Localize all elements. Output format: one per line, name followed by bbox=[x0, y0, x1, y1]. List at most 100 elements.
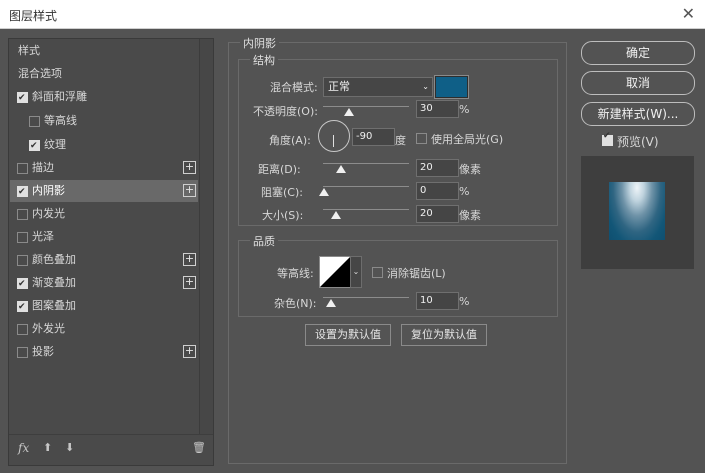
style-list-panel: 样式混合选项斜面和浮雕等高线纹理描边 + 内阴影 + 内发光光泽颜色叠加 + 渐变叠加 + 图案… bbox=[8, 38, 214, 466]
angle-dial-needle bbox=[333, 135, 334, 147]
style-item-checkbox[interactable] bbox=[29, 135, 40, 157]
global-light-checkbox[interactable] bbox=[416, 133, 427, 144]
angle-dial[interactable] bbox=[318, 120, 350, 152]
section-title: 内阴影 bbox=[240, 35, 279, 51]
style-item-9[interactable]: 颜色叠加 + bbox=[10, 249, 198, 271]
angle-unit: 度 bbox=[395, 134, 406, 147]
contour-preview[interactable] bbox=[319, 256, 351, 288]
preview-thumbnail bbox=[609, 182, 665, 240]
antialias-label: 消除锯齿(L) bbox=[387, 267, 446, 280]
size-unit: 像素 bbox=[459, 209, 481, 222]
size-slider-thumb[interactable] bbox=[331, 211, 341, 219]
reset-default-button[interactable]: 复位为默认值 bbox=[401, 324, 487, 346]
size-input[interactable]: 20 bbox=[416, 205, 459, 223]
style-item-checkbox[interactable] bbox=[17, 87, 28, 109]
add-effect-icon[interactable]: + bbox=[183, 161, 196, 174]
style-item-label: 描边 bbox=[32, 161, 54, 174]
distance-label: 距离(D): bbox=[258, 163, 301, 176]
noise-slider[interactable] bbox=[323, 297, 409, 298]
distance-unit: 像素 bbox=[459, 163, 481, 176]
set-default-button[interactable]: 设置为默认值 bbox=[305, 324, 391, 346]
style-item-5[interactable]: 描边 + bbox=[10, 157, 198, 179]
style-item-checkbox[interactable] bbox=[17, 347, 28, 358]
style-item-11[interactable]: 图案叠加 bbox=[10, 295, 198, 318]
choke-input[interactable]: 0 bbox=[416, 182, 459, 200]
contour-dropdown[interactable]: ⌄ bbox=[350, 256, 362, 288]
add-effect-icon[interactable]: + bbox=[183, 184, 196, 197]
style-item-6[interactable]: 内阴影 + bbox=[10, 180, 198, 203]
style-item-checkbox[interactable] bbox=[17, 273, 28, 295]
style-item-checkbox[interactable] bbox=[17, 163, 28, 174]
choke-slider-thumb[interactable] bbox=[319, 188, 329, 196]
contour-label: 等高线: bbox=[277, 267, 314, 280]
opacity-unit: % bbox=[459, 103, 470, 116]
style-item-checkbox[interactable] bbox=[29, 116, 40, 127]
fx-icon[interactable]: fx bbox=[18, 441, 29, 455]
distance-input[interactable]: 20 bbox=[416, 159, 459, 177]
contour-curve-icon bbox=[320, 257, 350, 287]
style-item-7[interactable]: 内发光 bbox=[10, 203, 198, 225]
distance-slider[interactable] bbox=[323, 163, 409, 164]
style-item-label: 颜色叠加 bbox=[32, 253, 76, 266]
add-effect-icon[interactable]: + bbox=[183, 253, 196, 266]
size-label: 大小(S): bbox=[262, 209, 304, 222]
new-style-button[interactable]: 新建样式(W)... bbox=[581, 102, 695, 126]
angle-input[interactable]: -90 bbox=[352, 128, 395, 146]
style-item-label: 等高线 bbox=[44, 114, 77, 127]
style-item-1[interactable]: 混合选项 bbox=[10, 63, 198, 85]
antialias-checkbox[interactable] bbox=[372, 267, 383, 278]
size-slider[interactable] bbox=[323, 209, 409, 210]
style-item-label: 光泽 bbox=[32, 230, 54, 243]
blend-mode-select[interactable]: 正常 ⌄ bbox=[323, 77, 433, 97]
noise-input[interactable]: 10 bbox=[416, 292, 459, 310]
opacity-input[interactable]: 30 bbox=[416, 100, 459, 118]
preview-checkbox[interactable]: ✔ bbox=[602, 131, 613, 146]
style-item-checkbox[interactable] bbox=[17, 209, 28, 220]
preview-label: 预览(V) bbox=[617, 135, 659, 149]
style-item-label: 投影 bbox=[32, 345, 54, 358]
window-title: 图层样式 bbox=[9, 9, 58, 23]
chevron-down-icon: ⌄ bbox=[422, 82, 429, 91]
structure-title: 结构 bbox=[250, 52, 278, 68]
noise-label: 杂色(N): bbox=[274, 297, 317, 310]
add-effect-icon[interactable]: + bbox=[183, 345, 196, 358]
style-item-label: 图案叠加 bbox=[32, 299, 76, 312]
move-up-icon[interactable]: ⬆ bbox=[43, 441, 52, 454]
move-down-icon[interactable]: ⬇ bbox=[65, 441, 74, 454]
opacity-slider-thumb[interactable] bbox=[344, 108, 354, 116]
style-item-12[interactable]: 外发光 bbox=[10, 318, 198, 340]
trash-icon[interactable]: 🗑 bbox=[192, 441, 206, 454]
choke-slider[interactable] bbox=[323, 186, 409, 187]
blend-mode-label: 混合模式: bbox=[270, 81, 318, 94]
style-item-label: 混合选项 bbox=[18, 67, 62, 80]
style-item-0[interactable]: 样式 bbox=[10, 40, 198, 62]
style-item-checkbox[interactable] bbox=[17, 255, 28, 266]
style-item-checkbox[interactable] bbox=[17, 181, 28, 203]
style-item-label: 内发光 bbox=[32, 207, 65, 220]
style-item-checkbox[interactable] bbox=[17, 324, 28, 335]
add-effect-icon[interactable]: + bbox=[183, 276, 196, 289]
noise-unit: % bbox=[459, 295, 470, 308]
choke-unit: % bbox=[459, 185, 470, 198]
cancel-button[interactable]: 取消 bbox=[581, 71, 695, 95]
style-item-checkbox[interactable] bbox=[17, 296, 28, 318]
opacity-slider[interactable] bbox=[323, 106, 409, 107]
close-icon[interactable]: ✕ bbox=[682, 4, 695, 23]
style-list-scrollbar[interactable] bbox=[199, 39, 213, 434]
style-item-checkbox[interactable] bbox=[17, 232, 28, 243]
style-item-10[interactable]: 渐变叠加 + bbox=[10, 272, 198, 295]
style-item-label: 内阴影 bbox=[32, 184, 65, 197]
style-item-3[interactable]: 等高线 bbox=[10, 110, 198, 132]
style-item-4[interactable]: 纹理 bbox=[10, 134, 198, 157]
ok-button[interactable]: 确定 bbox=[581, 41, 695, 65]
style-item-label: 斜面和浮雕 bbox=[32, 90, 87, 103]
preview-area bbox=[581, 156, 694, 269]
style-item-2[interactable]: 斜面和浮雕 bbox=[10, 86, 198, 109]
style-item-13[interactable]: 投影 + bbox=[10, 341, 198, 363]
opacity-label: 不透明度(O): bbox=[253, 105, 318, 118]
distance-slider-thumb[interactable] bbox=[336, 165, 346, 173]
shadow-color-swatch[interactable] bbox=[434, 75, 469, 99]
noise-slider-thumb[interactable] bbox=[326, 299, 336, 307]
choke-label: 阻塞(C): bbox=[261, 186, 303, 199]
style-item-8[interactable]: 光泽 bbox=[10, 226, 198, 248]
